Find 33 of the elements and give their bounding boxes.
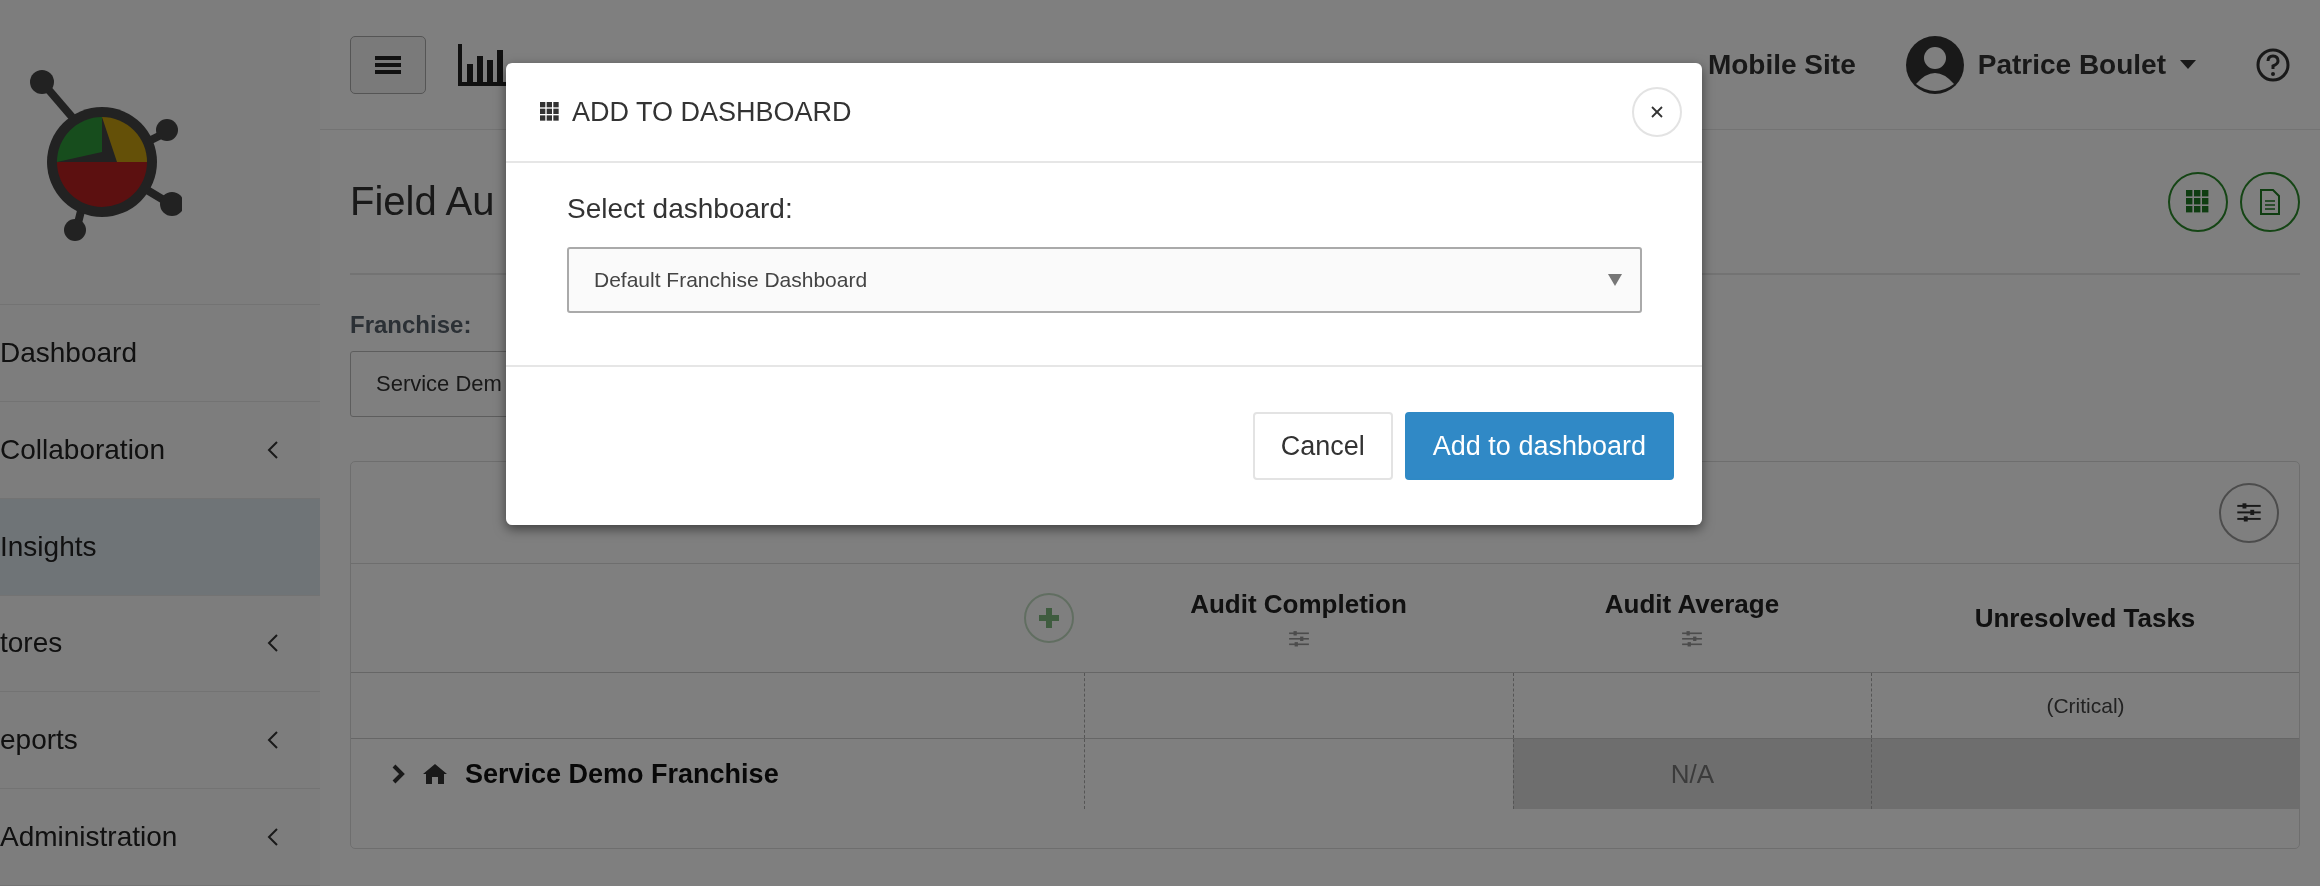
grid-icon (2186, 189, 2210, 214)
close-button[interactable] (1632, 87, 1682, 137)
menu-icon (375, 53, 401, 76)
field-label: Select dashboard: (567, 193, 794, 225)
avatar-icon (1905, 35, 1964, 94)
add-button[interactable]: Add to dashboard (1404, 412, 1674, 480)
sidebar-item[interactable]: Insights (0, 498, 320, 596)
page-title: Field Au (350, 179, 495, 224)
caret-icon (2180, 59, 2196, 70)
dashboard-select[interactable]: Default Franchise Dashboard (567, 247, 1642, 313)
sidebar-item[interactable]: eports (0, 692, 320, 790)
close-icon (1651, 106, 1663, 118)
bar-chart-icon (458, 43, 508, 86)
sidebar-item[interactable]: Dashboard (0, 304, 320, 402)
grid-icon (540, 102, 560, 122)
caret-icon (1608, 274, 1622, 286)
column-header: Audit Completion (1190, 588, 1407, 620)
dialog-title: ADD TO DASHBOARD (572, 96, 853, 128)
home-icon (423, 763, 447, 785)
column-header: Unresolved Tasks (1974, 602, 2196, 634)
user-menu[interactable]: Patrice Boulet (1905, 35, 2196, 94)
sidebar-item[interactable]: Collaboration (0, 401, 320, 499)
sidebar-item[interactable]: Administration (0, 789, 320, 886)
document-icon (2260, 188, 2280, 215)
column-note: (Critical) (2046, 693, 2125, 718)
franchise-label: Franchise: (350, 311, 473, 339)
menu-button[interactable] (350, 35, 426, 94)
row-name[interactable]: Service Demo Franchise (465, 758, 779, 790)
cancel-button[interactable]: Cancel (1252, 412, 1393, 480)
sliders-icon (2236, 502, 2262, 523)
column-header: Audit Average (1604, 588, 1780, 620)
mobile-site-link[interactable]: Mobile Site (1707, 48, 1856, 81)
help-icon[interactable] (2256, 47, 2290, 82)
